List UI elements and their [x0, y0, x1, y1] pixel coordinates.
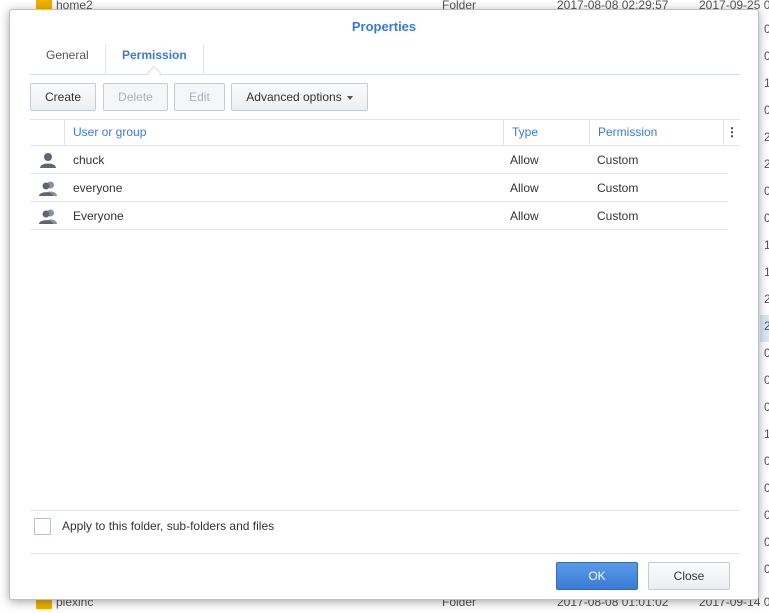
file-row-edge[interactable]: 0: [760, 396, 769, 423]
header-type[interactable]: Type: [503, 120, 589, 145]
header-user-or-group[interactable]: User or group: [64, 120, 503, 145]
apply-recursive-checkbox[interactable]: [34, 518, 51, 535]
properties-dialog: Properties General Permission Create Del…: [9, 9, 759, 600]
ok-button[interactable]: OK: [556, 562, 638, 590]
file-row-edge[interactable]: 0: [760, 342, 769, 369]
row-user: chuck: [73, 153, 105, 167]
file-row-edge[interactable]: 0: [760, 477, 769, 504]
row-type: Allow: [510, 209, 539, 223]
row-type: Allow: [510, 153, 539, 167]
delete-button[interactable]: Delete: [103, 83, 168, 111]
table-row[interactable]: everyone Allow Custom: [30, 174, 728, 202]
file-row-edge[interactable]: 0: [760, 450, 769, 477]
create-button[interactable]: Create: [30, 83, 96, 111]
group-icon: [39, 180, 57, 196]
file-row-edge[interactable]: 0: [760, 504, 769, 531]
file-row-edge[interactable]: 2: [760, 288, 769, 315]
file-row-edge[interactable]: 2: [760, 153, 769, 180]
group-icon: [39, 208, 57, 224]
header-permission[interactable]: Permission: [589, 120, 723, 145]
advanced-options-label: Advanced options: [246, 90, 342, 104]
file-row-edge[interactable]: 0: [760, 180, 769, 207]
row-type: Allow: [510, 181, 539, 195]
file-row-edge[interactable]: 1: [760, 72, 769, 99]
file-row-edge-selected[interactable]: 2: [760, 315, 769, 342]
tab-general[interactable]: General: [30, 44, 106, 75]
row-user: everyone: [73, 181, 123, 195]
chevron-down-icon: [346, 95, 353, 100]
table-row[interactable]: Everyone Allow Custom: [30, 202, 728, 230]
file-row-edge[interactable]: 0: [760, 99, 769, 126]
file-row-edge[interactable]: 0: [760, 18, 769, 45]
row-permission: Custom: [597, 181, 639, 195]
file-row-edge[interactable]: 0: [760, 207, 769, 234]
divider: [30, 553, 740, 554]
advanced-options-button[interactable]: Advanced options: [231, 83, 368, 111]
file-row-edge[interactable]: 1: [760, 423, 769, 450]
close-button[interactable]: Close: [648, 562, 730, 590]
file-row-edge[interactable]: 1: [760, 261, 769, 288]
row-user: Everyone: [73, 209, 124, 223]
tab-bar: General Permission: [30, 44, 740, 81]
file-row-edge[interactable]: 2: [760, 126, 769, 153]
divider: [30, 510, 740, 511]
file-row-edge[interactable]: 0: [760, 558, 769, 585]
row-permission: Custom: [597, 209, 639, 223]
apply-recursive-label[interactable]: Apply to this folder, sub-folders and fi…: [62, 519, 274, 533]
header-icon-column: [30, 120, 64, 145]
row-permission: Custom: [597, 153, 639, 167]
user-icon: [39, 152, 57, 168]
table-row[interactable]: chuck Allow Custom: [30, 146, 728, 174]
file-row-edge[interactable]: 0: [760, 45, 769, 72]
file-row-edge[interactable]: 1: [760, 234, 769, 261]
edit-button[interactable]: Edit: [174, 83, 225, 111]
file-row-edge[interactable]: 0: [760, 369, 769, 396]
column-menu-icon[interactable]: ⋮: [723, 120, 740, 145]
file-row-edge[interactable]: 0: [760, 531, 769, 558]
grid-header: User or group Type Permission ⋮: [30, 119, 740, 146]
dialog-title: Properties: [351, 19, 417, 34]
